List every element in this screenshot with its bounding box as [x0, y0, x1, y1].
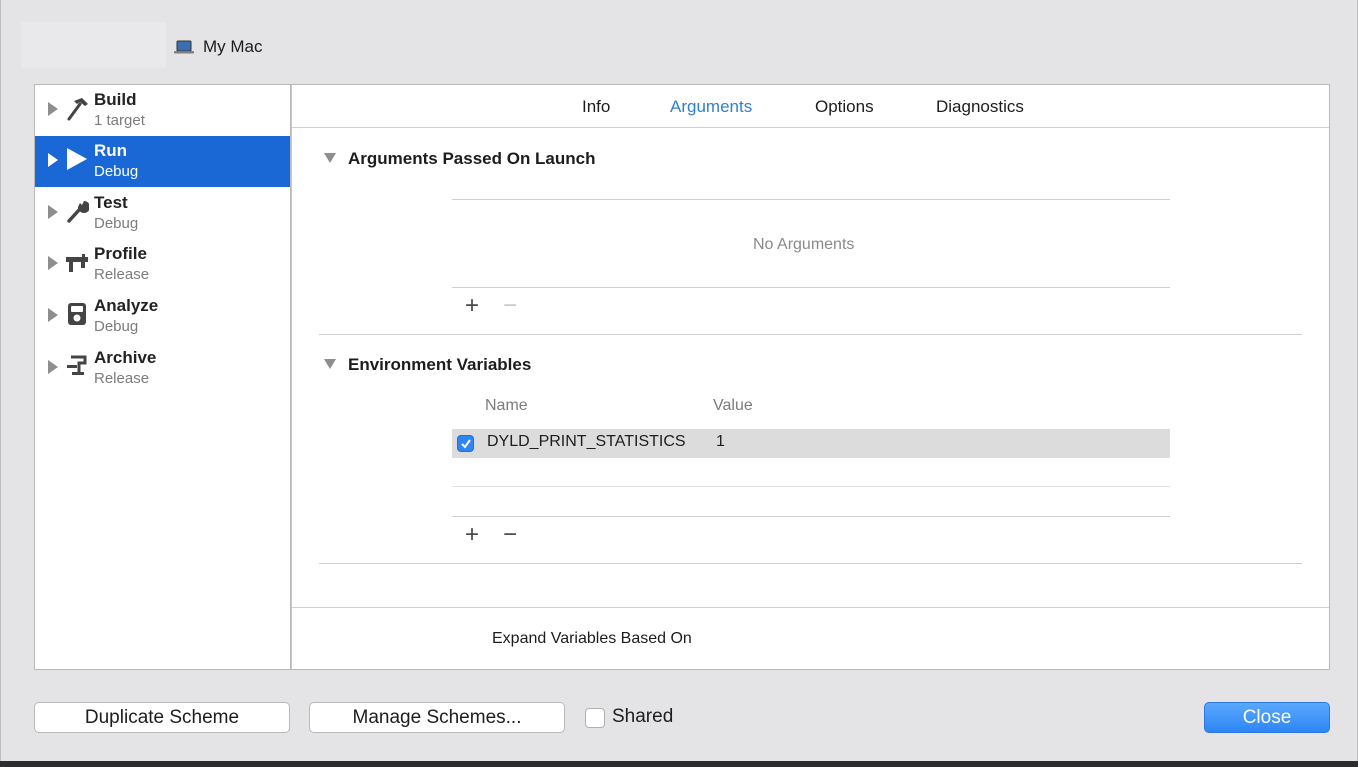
disclosure-triangle-icon[interactable]	[48, 102, 58, 116]
action-name: Test	[94, 193, 128, 212]
expand-variables-strip: Expand Variables Based On	[292, 607, 1329, 669]
table-row[interactable]: DYLD_PRINT_STATISTICS 1	[452, 429, 1170, 458]
action-subtitle: Debug	[94, 318, 139, 335]
action-name: Run	[94, 141, 128, 160]
column-header-name[interactable]: Name	[485, 397, 528, 415]
action-name: Profile	[94, 244, 147, 263]
action-run[interactable]: Run Debug	[35, 136, 290, 187]
scheme-selector-area	[21, 22, 166, 68]
tab-info[interactable]: Info	[582, 97, 610, 117]
scheme-actions-list: Build 1 target Run Debug Test Debug Prof…	[34, 84, 291, 670]
wrench-icon	[67, 201, 89, 223]
play-icon	[67, 148, 87, 170]
env-variable-name[interactable]: DYLD_PRINT_STATISTICS	[487, 433, 686, 451]
expand-variables-label: Expand Variables Based On	[492, 630, 692, 647]
action-subtitle: Release	[94, 266, 150, 283]
disclosure-triangle-icon[interactable]	[48, 153, 58, 167]
arguments-table-bottom-divider	[452, 287, 1170, 288]
section-divider	[319, 563, 1302, 564]
remove-variable-button[interactable]: −	[499, 523, 521, 547]
action-test[interactable]: Test Debug	[35, 188, 290, 239]
environment-table-bottom-divider	[452, 516, 1170, 517]
action-subtitle: Debug	[94, 215, 139, 232]
table-row-divider	[452, 486, 1170, 487]
add-argument-button[interactable]: +	[461, 294, 483, 318]
disclosure-triangle-icon[interactable]	[48, 205, 58, 219]
action-build[interactable]: Build 1 target	[35, 85, 290, 136]
scheme-editor-sheet: My Mac Build 1 target Run Debug Test Deb…	[0, 0, 1358, 761]
destination-label: My Mac	[203, 37, 263, 56]
disclosure-triangle-icon[interactable]	[48, 308, 58, 322]
add-variable-button[interactable]: +	[461, 523, 483, 547]
env-enabled-checkbox[interactable]	[457, 435, 474, 452]
action-name: Archive	[94, 348, 157, 367]
action-subtitle: Release	[94, 370, 150, 387]
action-name: Build	[94, 90, 137, 109]
action-detail-pane: Info Arguments Options Diagnostics Argum…	[291, 84, 1330, 670]
no-arguments-text: No Arguments	[753, 236, 855, 253]
hammer-icon	[67, 98, 88, 121]
action-analyze[interactable]: Analyze Debug	[35, 291, 290, 342]
destination-selector[interactable]: My Mac	[174, 37, 263, 57]
disclosure-triangle-icon[interactable]	[48, 360, 58, 374]
action-name: Analyze	[94, 296, 159, 315]
arguments-disclosure-icon[interactable]	[324, 153, 336, 163]
arguments-table-top-divider	[452, 199, 1170, 200]
laptop-icon	[174, 40, 194, 54]
shared-checkbox[interactable]	[585, 708, 605, 728]
action-subtitle: Debug	[94, 163, 139, 180]
action-profile[interactable]: Profile Release	[35, 239, 290, 290]
archive-icon	[67, 355, 87, 375]
action-archive[interactable]: Archive Release	[35, 343, 290, 394]
close-button[interactable]: Close	[1204, 702, 1330, 733]
duplicate-scheme-button[interactable]: Duplicate Scheme	[34, 702, 290, 733]
shared-label[interactable]: Shared	[612, 706, 673, 728]
column-header-value[interactable]: Value	[713, 397, 753, 415]
environment-section-title: Environment Variables	[348, 355, 532, 374]
caliper-icon	[66, 254, 88, 272]
remove-argument-button[interactable]: −	[499, 294, 521, 318]
action-subtitle: 1 target	[94, 112, 145, 129]
section-divider	[319, 334, 1302, 335]
analyze-icon	[68, 303, 86, 325]
disclosure-triangle-icon[interactable]	[48, 256, 58, 270]
checkmark-icon	[461, 439, 471, 449]
arguments-section-title: Arguments Passed On Launch	[348, 149, 596, 168]
tab-options[interactable]: Options	[815, 97, 874, 117]
environment-disclosure-icon[interactable]	[324, 359, 336, 369]
tab-diagnostics[interactable]: Diagnostics	[936, 97, 1024, 117]
tab-arguments[interactable]: Arguments	[670, 97, 752, 117]
manage-schemes-button[interactable]: Manage Schemes...	[309, 702, 565, 733]
tab-bar: Info Arguments Options Diagnostics	[292, 85, 1329, 128]
env-variable-value[interactable]: 1	[716, 433, 725, 451]
